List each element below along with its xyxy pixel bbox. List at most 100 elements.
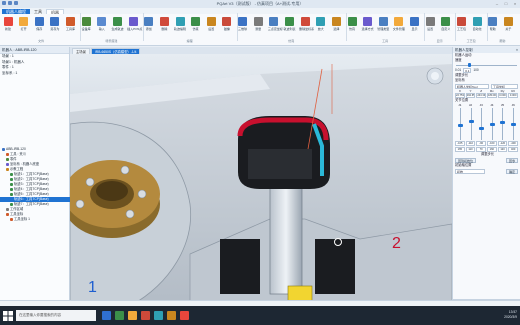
ribbon-tool-label: 关于 [505,27,512,31]
speed-slider[interactable] [456,63,517,67]
ribbon-tool-label: 设置 [427,27,434,31]
axis-slider-knob[interactable] [479,126,485,130]
tree-node[interactable]: 工具坐标 1 [0,217,70,222]
system-tray-clock[interactable]: 13:57 2020/3/9 [504,310,517,320]
axis-max-field[interactable]: 120 [497,147,508,152]
ribbon-tool-button[interactable]: 打开 [18,17,30,35]
ribbon-tool-button[interactable]: 删除坐标系 [299,17,314,35]
ribbon-tool-button[interactable]: 选择 [330,17,342,35]
ribbon-tool-button[interactable]: 显示 [409,17,421,35]
axis-slider[interactable] [466,108,477,140]
taskbar-search-input[interactable]: 在这里输入你要搜索的内容 [16,310,96,321]
ribbon-tool-button[interactable]: 测量 [252,17,264,35]
axis-slider[interactable] [487,108,498,140]
ribbon-tool-button[interactable]: 仿真 [190,17,202,35]
taskbar-app-icons [102,311,189,320]
windows-start-icon[interactable] [3,310,13,321]
home-button[interactable]: 回零 [505,157,518,163]
axis-min-field[interactable]: -400 [508,141,518,146]
ref-select[interactable]: 工具坐标 [490,83,518,89]
ribbon-tool-button[interactable]: 关于 [502,17,514,35]
ribbon-tool-button[interactable]: 自定义 [440,17,452,35]
pose-value-field[interactable]: 180.000 [487,93,497,98]
ribbon-tool-icon [363,17,373,26]
axis-max-field[interactable]: 400 [508,147,518,152]
ribbon-tool-label: 工具库 [66,27,76,31]
taskbar-app-icon[interactable] [167,311,176,320]
ribbon-tool-button[interactable]: 输入 [96,17,108,35]
ribbon-tool-button[interactable]: 删除 [158,17,170,35]
ribbon-tool-button[interactable]: 生成轨迹 [111,17,123,35]
ribbon-group-separator [80,13,82,41]
ribbon-group-separator [424,13,426,41]
pose-value-field[interactable]: 243.393 [476,93,486,98]
reset-position-button[interactable]: 回到初始位 [455,157,477,163]
axis-slider[interactable] [476,108,487,140]
axis-slider-knob[interactable] [489,122,495,126]
axis-slider-knob[interactable] [500,121,506,125]
taskbar-app-icon[interactable] [180,311,189,320]
axis-min-field[interactable]: -110 [465,141,476,146]
taskbar-app-icon[interactable] [154,311,163,320]
ribbon-tool-button[interactable]: 新建 [2,17,14,35]
pose-value-field[interactable]: 0.000 [497,93,508,98]
panel-close-icon[interactable]: × [516,47,518,53]
ribbon-tool-button[interactable]: 设置 [424,17,436,35]
axis-min-field[interactable]: -90 [476,141,486,146]
coord-select[interactable]: 机器人坐标Tool [455,83,489,89]
gear-part [70,160,160,238]
ribbon-tool-button[interactable]: 放大 [315,17,327,35]
ribbon-tool-button[interactable]: 添加 [143,17,155,35]
ribbon-tool-button[interactable]: 设备库 [80,17,92,35]
axis-max-field[interactable]: 165 [455,147,465,152]
ribbon-tool-button[interactable]: 工具库 [65,17,77,35]
ribbon-tool-button[interactable]: 三点定坐标 [268,17,283,35]
speed-field[interactable]: 0.1 [463,67,472,73]
close-icon[interactable]: × [512,1,518,6]
maximize-icon[interactable]: □ [503,1,509,6]
ribbon-group-label: 帮助 [499,39,506,43]
axis-min-field[interactable]: -160 [487,141,497,146]
axis-min-field[interactable]: -120 [497,141,508,146]
ribbon-tool-button[interactable]: 帮助 [487,17,499,35]
axis-slider[interactable] [497,108,508,140]
ribbon-tool-button[interactable]: 仿真 [346,17,358,35]
axis-max-field[interactable]: 110 [465,147,476,152]
axis-header: J2 [468,103,473,107]
ribbon-tool-button[interactable]: 后置 [205,17,217,35]
ribbon-tool-button[interactable]: 插入POS点 [127,17,142,35]
ribbon-tool-button[interactable]: 三维球 [237,17,249,35]
view-cube[interactable] [426,67,444,85]
axis-slider-knob[interactable] [468,119,474,123]
taskbar-app-icon[interactable] [102,311,111,320]
ribbon-group-separator [455,13,457,41]
ribbon-tool-button[interactable]: 管理类型 [377,17,389,35]
left-panel-row[interactable]: 坐标系 : 1 [0,71,69,77]
3d-viewport[interactable]: 主场景 IRB-6650S（仿真模型）-1/4 1 2 [70,47,452,306]
ribbon-tool-label: 打开 [20,27,27,31]
ribbon-tool-button[interactable]: 轨迹编辑 [174,17,186,35]
scene-canvas[interactable]: 1 2 [70,54,452,306]
apply-button[interactable]: 确定 [505,168,518,174]
ribbon-tool-label: 放大 [317,27,324,31]
ribbon-tool-button[interactable]: 保存 [33,17,45,35]
taskbar-app-icon[interactable] [128,311,137,320]
axis-slider[interactable] [508,108,519,140]
ribbon-tool-button[interactable]: 另存为 [49,17,61,35]
ribbon-tool-icon [410,17,420,26]
ribbon-tool-button[interactable]: 碰撞 [221,17,233,35]
ribbon-tool-button[interactable]: 文件管理 [393,17,405,35]
ribbon-tool-button[interactable]: 选择方式 [362,17,374,35]
axis-slider-knob[interactable] [458,123,464,127]
pose-value-field[interactable]: 0.000 [508,93,518,98]
ribbon-tool-button[interactable]: 轨迹列表 [283,17,295,35]
home-select[interactable]: 初始 [455,168,485,174]
taskbar-app-icon[interactable] [115,311,124,320]
ribbon-tool-button[interactable]: 工艺包 [455,17,467,35]
taskbar-app-icon[interactable] [141,311,150,320]
ribbon-tool-button[interactable]: 自动化 [471,17,483,35]
axis-min-field[interactable]: -165 [455,141,465,146]
axis-slider-knob[interactable] [510,122,516,126]
minimize-icon[interactable]: – [494,1,500,6]
axis-slider[interactable] [455,108,466,140]
